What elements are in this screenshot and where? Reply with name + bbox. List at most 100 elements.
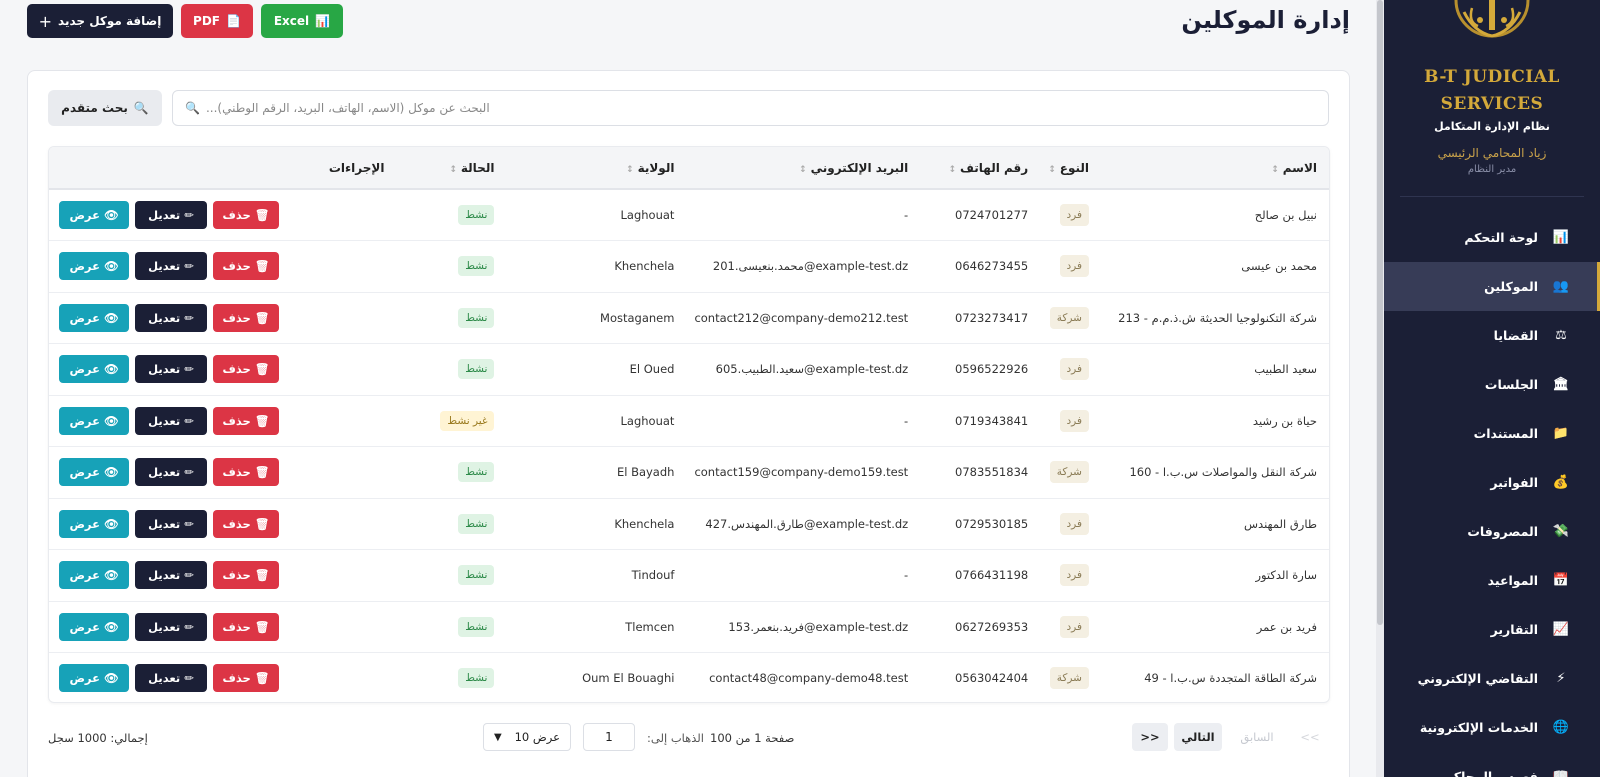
client-type-cell: شركة: [1038, 292, 1099, 344]
first-page-button[interactable]: <<: [1292, 723, 1328, 751]
sidebar-item-label: فهرس المحاكم: [1444, 769, 1538, 777]
eye-icon: 👁: [103, 310, 119, 325]
sidebar-item-12[interactable]: 📖 فهرس المحاكم: [1384, 752, 1600, 777]
eye-icon: 👁: [103, 362, 119, 377]
export-excel-button[interactable]: Excel 📊: [261, 4, 343, 38]
type-badge: فرد: [1059, 255, 1089, 278]
delete-button[interactable]: 🗑 حذف: [213, 406, 279, 435]
sidebar-item-4[interactable]: 🏛 الجلسات: [1384, 360, 1600, 409]
add-client-button[interactable]: + إضافة موكل جديد: [27, 4, 173, 38]
edit-button[interactable]: ✏ تعديل: [135, 406, 207, 435]
sidebar-item-8[interactable]: 📅 المواعيد: [1384, 556, 1600, 605]
delete-button[interactable]: 🗑 حذف: [213, 612, 279, 641]
export-pdf-button[interactable]: PDF 📄: [181, 4, 253, 38]
scrollbar-thumb[interactable]: [1377, 0, 1383, 625]
client-type-cell: شركة: [1038, 447, 1099, 499]
client-wilaya: Oum El Bouaghi: [582, 671, 675, 686]
eye-icon: 👁: [103, 208, 119, 222]
edit-button[interactable]: ✏ تعديل: [135, 612, 207, 641]
advanced-search-label: بحث متقدم: [61, 101, 128, 115]
delete-button[interactable]: 🗑 حذف: [213, 201, 279, 229]
edit-button[interactable]: ✏ تعديل: [135, 252, 207, 281]
edit-label: تعديل: [148, 413, 181, 428]
delete-button[interactable]: 🗑 حذف: [213, 561, 279, 590]
sidebar-item-1[interactable]: 📊 لوحة التحكم: [1384, 213, 1600, 262]
sidebar-item-2[interactable]: 👥 الموكلين: [1384, 262, 1600, 311]
client-name: شركة التكنولوجيا الحديثة ش.ذ.م.م - 213: [1118, 310, 1317, 325]
delete-label: حذف: [222, 413, 251, 428]
pencil-icon: ✏: [184, 259, 194, 274]
advanced-search-button[interactable]: بحث متقدم 🔍: [48, 90, 162, 126]
client-name: سعيد الطبيب: [1254, 362, 1317, 377]
eye-icon: 👁: [103, 671, 119, 686]
sidebar-item-5[interactable]: 📁 المستندات: [1384, 409, 1600, 458]
status-badge: نشط: [458, 205, 495, 225]
column-header-phone[interactable]: رقم الهاتف↕: [918, 147, 1039, 190]
sidebar-item-9[interactable]: 📈 التقارير: [1384, 605, 1600, 654]
delete-button[interactable]: 🗑 حذف: [213, 664, 279, 693]
globe-icon: 🌐: [1552, 720, 1570, 735]
view-button[interactable]: 👁 عرض: [59, 303, 129, 332]
clients-table: الاسم↕ النوع↕ رقم الهاتف↕ البريد الإلكتر…: [48, 146, 1330, 703]
edit-label: تعديل: [148, 362, 181, 377]
edit-button[interactable]: ✏ تعديل: [135, 561, 207, 590]
column-header-type[interactable]: النوع↕: [1038, 147, 1099, 190]
edit-button[interactable]: ✏ تعديل: [135, 303, 207, 332]
prev-page-button[interactable]: السابق: [1228, 723, 1286, 751]
client-status-cell: نشط: [394, 653, 504, 703]
money-bag-icon: 💰: [1552, 475, 1570, 490]
delete-label: حذف: [222, 310, 251, 325]
delete-button[interactable]: 🗑 حذف: [213, 355, 279, 384]
column-header-wilaya[interactable]: الولاية↕: [504, 147, 685, 190]
view-button[interactable]: 👁 عرض: [59, 406, 129, 435]
edit-button[interactable]: ✏ تعديل: [135, 664, 207, 693]
eye-icon: 👁: [103, 413, 119, 428]
client-phone: 0724701277: [955, 208, 1029, 222]
column-header-status[interactable]: الحالة↕: [394, 147, 505, 190]
trash-icon: 🗑: [254, 568, 270, 583]
sidebar-item-label: المواعيد: [1487, 573, 1538, 588]
view-button[interactable]: 👁 عرض: [59, 664, 129, 693]
goto-page-input[interactable]: 1: [583, 723, 635, 751]
client-wilaya: Tindouf: [631, 568, 675, 583]
sidebar: B-T JUDICIAL SERVICES نظام الإدارة المتك…: [1384, 0, 1600, 777]
view-button[interactable]: 👁 عرض: [59, 355, 129, 384]
edit-button[interactable]: ✏ تعديل: [135, 458, 207, 487]
sidebar-item-11[interactable]: 🌐 الخدمات الإلكترونية: [1384, 703, 1600, 752]
view-button[interactable]: 👁 عرض: [59, 201, 129, 229]
per-page-select[interactable]: عرض 10 ▼: [483, 723, 571, 751]
edit-label: تعديل: [148, 465, 181, 480]
view-button[interactable]: 👁 عرض: [59, 561, 129, 590]
view-button[interactable]: 👁 عرض: [59, 612, 129, 641]
page-title: إدارة الموكلين: [1181, 6, 1350, 34]
delete-button[interactable]: 🗑 حذف: [213, 252, 279, 281]
next-page-button[interactable]: التالي: [1174, 723, 1222, 751]
view-button[interactable]: 👁 عرض: [59, 252, 129, 281]
edit-button[interactable]: ✏ تعديل: [135, 201, 207, 229]
sidebar-item-7[interactable]: 💸 المصروفات: [1384, 507, 1600, 556]
sidebar-item-10[interactable]: ⚡ التقاضي الإلكتروني: [1384, 654, 1600, 703]
client-name: شركة الطاقة المتجددة س.ب.ا - 49: [1144, 671, 1317, 686]
delete-button[interactable]: 🗑 حذف: [213, 509, 279, 538]
view-button[interactable]: 👁 عرض: [59, 458, 129, 487]
sidebar-item-6[interactable]: 💰 الفواتير: [1384, 458, 1600, 507]
column-header-email[interactable]: البريد الإلكتروني↕: [684, 147, 919, 190]
last-page-button[interactable]: >>: [1132, 723, 1168, 751]
table-row: شركة النقل والمواصلات س.ب.ا - 160 شركة 0…: [49, 447, 1329, 499]
delete-button[interactable]: 🗑 حذف: [213, 458, 279, 487]
client-status-cell: نشط: [394, 498, 504, 550]
client-email: contact48@company-demo48.test: [709, 671, 909, 686]
trash-icon: 🗑: [254, 208, 270, 222]
page-scrollbar[interactable]: [1376, 0, 1384, 777]
search-input[interactable]: 🔍 البحث عن موكل (الاسم، الهاتف، البريد، …: [172, 90, 1329, 126]
edit-button[interactable]: ✏ تعديل: [135, 355, 207, 384]
delete-button[interactable]: 🗑 حذف: [213, 303, 279, 332]
sidebar-item-3[interactable]: ⚖ القضايا: [1384, 311, 1600, 360]
view-button[interactable]: 👁 عرض: [59, 509, 129, 538]
edit-button[interactable]: ✏ تعديل: [135, 509, 207, 538]
logo-emblem: [1444, 0, 1540, 42]
client-phone: 0563042404: [955, 671, 1029, 686]
edit-label: تعديل: [148, 310, 181, 325]
column-header-name[interactable]: الاسم↕: [1099, 147, 1329, 190]
chart-icon: 📊: [1552, 230, 1570, 245]
